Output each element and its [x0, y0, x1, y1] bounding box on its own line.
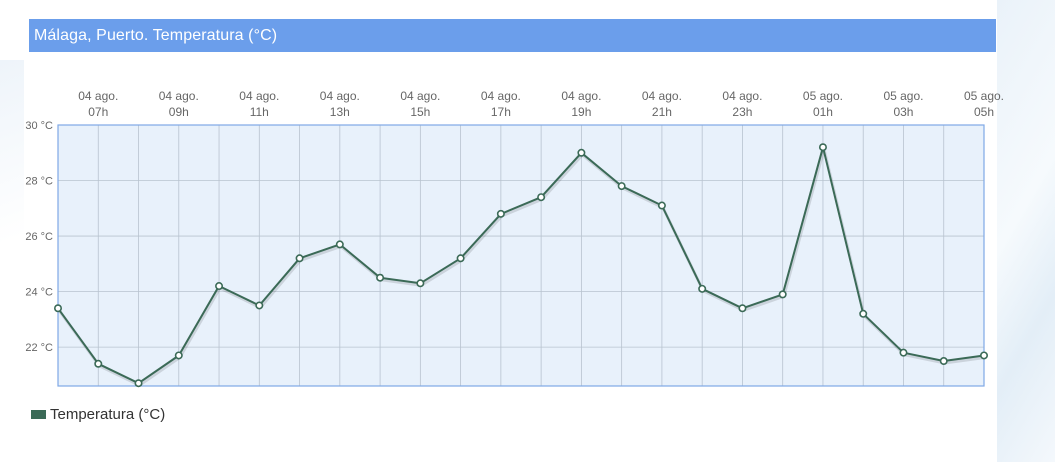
data-point[interactable] [537, 193, 546, 202]
data-point[interactable] [577, 148, 586, 157]
x-tick-date-label: 04 ago. [159, 89, 199, 103]
x-tick-date-label: 04 ago. [400, 89, 440, 103]
data-point[interactable] [295, 254, 304, 263]
data-point[interactable] [255, 301, 264, 310]
data-point[interactable] [698, 284, 707, 293]
x-tick-hour-label: 01h [813, 105, 833, 119]
x-tick-date-label: 04 ago. [481, 89, 521, 103]
x-tick-hour-label: 09h [169, 105, 189, 119]
y-tick-label: 30 °C [25, 120, 53, 132]
x-tick-hour-label: 13h [330, 105, 350, 119]
data-point[interactable] [979, 351, 988, 360]
x-tick-hour-label: 07h [88, 105, 108, 119]
x-tick-hour-label: 15h [410, 105, 430, 119]
legend-label: Temperatura (°C) [50, 406, 166, 423]
data-point[interactable] [335, 240, 344, 249]
data-point[interactable] [215, 282, 224, 291]
data-point[interactable] [174, 351, 183, 360]
x-tick-hour-label: 11h [250, 105, 269, 119]
x-tick-date-label: 05 ago. [964, 89, 1004, 103]
y-tick-label: 24 °C [25, 287, 53, 299]
x-tick-date-label: 05 ago. [883, 89, 923, 103]
legend-swatch [31, 410, 46, 419]
data-point[interactable] [859, 309, 868, 318]
data-point[interactable] [617, 182, 626, 191]
data-point[interactable] [738, 304, 747, 313]
x-tick-date-label: 04 ago. [239, 89, 279, 103]
x-tick-hour-label: 17h [491, 105, 511, 119]
x-tick-date-label: 04 ago. [642, 89, 682, 103]
x-tick-hour-label: 03h [893, 105, 913, 119]
y-tick-label: 26 °C [25, 231, 53, 243]
x-tick-date-label: 04 ago. [561, 89, 601, 103]
chart-legend-item[interactable]: Temperatura (°C) [31, 406, 165, 423]
x-tick-date-label: 04 ago. [320, 89, 360, 103]
y-tick-label: 22 °C [25, 342, 53, 354]
data-point[interactable] [134, 379, 143, 388]
x-tick-hour-label: 21h [652, 105, 672, 119]
x-tick-hour-label: 05h [974, 105, 994, 119]
data-point[interactable] [899, 348, 908, 357]
data-point[interactable] [778, 290, 787, 299]
temperature-line-chart: 22 °C 24 °C 26 °C 28 °C 30 °C 04 ago. 07h 04 ag… [25, 89, 1004, 388]
data-point[interactable] [496, 209, 505, 218]
data-point[interactable] [456, 254, 465, 263]
x-tick-date-label: 05 ago. [803, 89, 843, 103]
x-tick-date-label: 04 ago. [722, 89, 762, 103]
x-tick-hour-label: 19h [571, 105, 591, 119]
x-tick-date-label: 04 ago. [78, 89, 118, 103]
data-point[interactable] [657, 201, 666, 210]
data-point[interactable] [416, 279, 425, 288]
data-point[interactable] [939, 357, 948, 366]
data-point[interactable] [818, 143, 827, 152]
data-point[interactable] [94, 359, 103, 368]
chart-page: Málaga, Puerto. Temperatura (°C) 22 °C 24… [0, 0, 1055, 462]
data-point[interactable] [53, 304, 62, 313]
y-tick-label: 28 °C [25, 176, 53, 188]
x-tick-hour-label: 23h [732, 105, 752, 119]
data-point[interactable] [376, 273, 385, 282]
